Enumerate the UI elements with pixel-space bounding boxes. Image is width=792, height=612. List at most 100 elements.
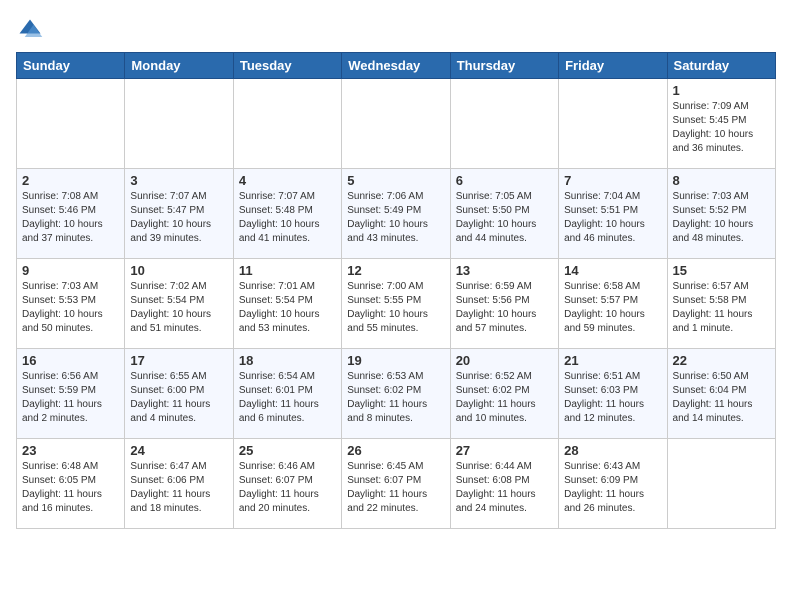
day-info: Sunrise: 6:44 AM Sunset: 6:08 PM Dayligh… [456,460,553,516]
calendar-day: 26 Sunrise: 6:45 AM Sunset: 6:07 PM Dayli… [342,439,450,529]
day-info: Sunrise: 7:00 AM Sunset: 5:55 PM Dayligh… [347,280,444,336]
calendar-week-1: 1Sunrise: 7:09 AM Sunset: 5:45 PM Daylig… [17,79,776,169]
calendar-day: 2 Sunrise: 7:08 AM Sunset: 5:46 PM Daylig… [17,169,125,259]
day-number: 1 [673,83,770,98]
calendar-day: 3Sunrise: 7:07 AM Sunset: 5:47 PM Daylig… [125,169,233,259]
calendar-day [125,79,233,169]
day-number: 22 [673,353,770,368]
calendar-week-4: 16 Sunrise: 6:56 AM Sunset: 5:59 PM Dayli… [17,349,776,439]
day-number: 25 [239,443,336,458]
day-info: Sunrise: 6:52 AM Sunset: 6:02 PM Dayligh… [456,370,553,426]
calendar-day: 9 Sunrise: 7:03 AM Sunset: 5:53 PM Daylig… [17,259,125,349]
day-info: Sunrise: 6:56 AM Sunset: 5:59 PM Dayligh… [22,370,119,426]
day-info: Sunrise: 7:05 AM Sunset: 5:50 PM Dayligh… [456,190,553,246]
calendar-day: 13 Sunrise: 6:59 AM Sunset: 5:56 PM Dayli… [450,259,558,349]
day-info: Sunrise: 6:55 AM Sunset: 6:00 PM Dayligh… [130,370,227,426]
day-number: 18 [239,353,336,368]
day-number: 23 [22,443,119,458]
day-number: 3 [130,173,227,188]
day-number: 24 [130,443,227,458]
day-number: 4 [239,173,336,188]
calendar-day: 24 Sunrise: 6:47 AM Sunset: 6:06 PM Dayli… [125,439,233,529]
calendar-day: 20 Sunrise: 6:52 AM Sunset: 6:02 PM Dayli… [450,349,558,439]
day-info: Sunrise: 6:57 AM Sunset: 5:58 PM Dayligh… [673,280,770,336]
day-info: Sunrise: 7:03 AM Sunset: 5:53 PM Dayligh… [22,280,119,336]
day-info: Sunrise: 7:01 AM Sunset: 5:54 PM Dayligh… [239,280,336,336]
day-number: 26 [347,443,444,458]
calendar-day: 21 Sunrise: 6:51 AM Sunset: 6:03 PM Dayli… [559,349,667,439]
day-number: 28 [564,443,661,458]
page-header [16,16,776,44]
calendar-day: 12 Sunrise: 7:00 AM Sunset: 5:55 PM Dayli… [342,259,450,349]
day-info: Sunrise: 6:48 AM Sunset: 6:05 PM Dayligh… [22,460,119,516]
calendar-week-2: 2 Sunrise: 7:08 AM Sunset: 5:46 PM Daylig… [17,169,776,259]
day-info: Sunrise: 6:51 AM Sunset: 6:03 PM Dayligh… [564,370,661,426]
day-number: 7 [564,173,661,188]
calendar-day: 1Sunrise: 7:09 AM Sunset: 5:45 PM Daylig… [667,79,775,169]
calendar-week-5: 23 Sunrise: 6:48 AM Sunset: 6:05 PM Dayli… [17,439,776,529]
day-number: 14 [564,263,661,278]
day-info: Sunrise: 6:43 AM Sunset: 6:09 PM Dayligh… [564,460,661,516]
day-info: Sunrise: 6:47 AM Sunset: 6:06 PM Dayligh… [130,460,227,516]
day-number: 6 [456,173,553,188]
day-number: 15 [673,263,770,278]
calendar-day: 8 Sunrise: 7:03 AM Sunset: 5:52 PM Daylig… [667,169,775,259]
day-number: 13 [456,263,553,278]
day-info: Sunrise: 7:06 AM Sunset: 5:49 PM Dayligh… [347,190,444,246]
calendar-day: 17 Sunrise: 6:55 AM Sunset: 6:00 PM Dayli… [125,349,233,439]
day-info: Sunrise: 7:02 AM Sunset: 5:54 PM Dayligh… [130,280,227,336]
day-number: 10 [130,263,227,278]
calendar-day: 10 Sunrise: 7:02 AM Sunset: 5:54 PM Dayli… [125,259,233,349]
calendar-day: 16 Sunrise: 6:56 AM Sunset: 5:59 PM Dayli… [17,349,125,439]
day-info: Sunrise: 7:03 AM Sunset: 5:52 PM Dayligh… [673,190,770,246]
day-number: 16 [22,353,119,368]
calendar-week-3: 9 Sunrise: 7:03 AM Sunset: 5:53 PM Daylig… [17,259,776,349]
calendar-day [233,79,341,169]
day-number: 19 [347,353,444,368]
day-number: 20 [456,353,553,368]
weekday-header-thursday: Thursday [450,53,558,79]
day-number: 8 [673,173,770,188]
calendar-day: 4 Sunrise: 7:07 AM Sunset: 5:48 PM Daylig… [233,169,341,259]
logo-icon [16,16,44,44]
weekday-header-friday: Friday [559,53,667,79]
day-number: 12 [347,263,444,278]
day-info: Sunrise: 6:58 AM Sunset: 5:57 PM Dayligh… [564,280,661,336]
day-info: Sunrise: 6:59 AM Sunset: 5:56 PM Dayligh… [456,280,553,336]
calendar-day: 15 Sunrise: 6:57 AM Sunset: 5:58 PM Dayli… [667,259,775,349]
day-info: Sunrise: 6:45 AM Sunset: 6:07 PM Dayligh… [347,460,444,516]
weekday-header-sunday: Sunday [17,53,125,79]
calendar-day [450,79,558,169]
day-number: 5 [347,173,444,188]
logo [16,16,48,44]
day-number: 11 [239,263,336,278]
weekday-header-row: SundayMondayTuesdayWednesdayThursdayFrid… [17,53,776,79]
day-info: Sunrise: 7:07 AM Sunset: 5:48 PM Dayligh… [239,190,336,246]
calendar-day: 11 Sunrise: 7:01 AM Sunset: 5:54 PM Dayli… [233,259,341,349]
calendar-day: 7Sunrise: 7:04 AM Sunset: 5:51 PM Daylig… [559,169,667,259]
calendar-day [342,79,450,169]
calendar-day: 6 Sunrise: 7:05 AM Sunset: 5:50 PM Daylig… [450,169,558,259]
calendar-day [667,439,775,529]
weekday-header-tuesday: Tuesday [233,53,341,79]
weekday-header-wednesday: Wednesday [342,53,450,79]
calendar-day: 28 Sunrise: 6:43 AM Sunset: 6:09 PM Dayli… [559,439,667,529]
day-number: 21 [564,353,661,368]
weekday-header-monday: Monday [125,53,233,79]
day-info: Sunrise: 6:54 AM Sunset: 6:01 PM Dayligh… [239,370,336,426]
calendar-day: 19 Sunrise: 6:53 AM Sunset: 6:02 PM Dayli… [342,349,450,439]
day-number: 17 [130,353,227,368]
calendar-day [17,79,125,169]
calendar-day: 27 Sunrise: 6:44 AM Sunset: 6:08 PM Dayli… [450,439,558,529]
day-info: Sunrise: 6:53 AM Sunset: 6:02 PM Dayligh… [347,370,444,426]
day-number: 27 [456,443,553,458]
calendar-table: SundayMondayTuesdayWednesdayThursdayFrid… [16,52,776,529]
weekday-header-saturday: Saturday [667,53,775,79]
day-number: 9 [22,263,119,278]
calendar-day: 14 Sunrise: 6:58 AM Sunset: 5:57 PM Dayli… [559,259,667,349]
day-info: Sunrise: 6:46 AM Sunset: 6:07 PM Dayligh… [239,460,336,516]
day-number: 2 [22,173,119,188]
calendar-day: 18 Sunrise: 6:54 AM Sunset: 6:01 PM Dayli… [233,349,341,439]
calendar-day: 25 Sunrise: 6:46 AM Sunset: 6:07 PM Dayli… [233,439,341,529]
day-info: Sunrise: 7:08 AM Sunset: 5:46 PM Dayligh… [22,190,119,246]
